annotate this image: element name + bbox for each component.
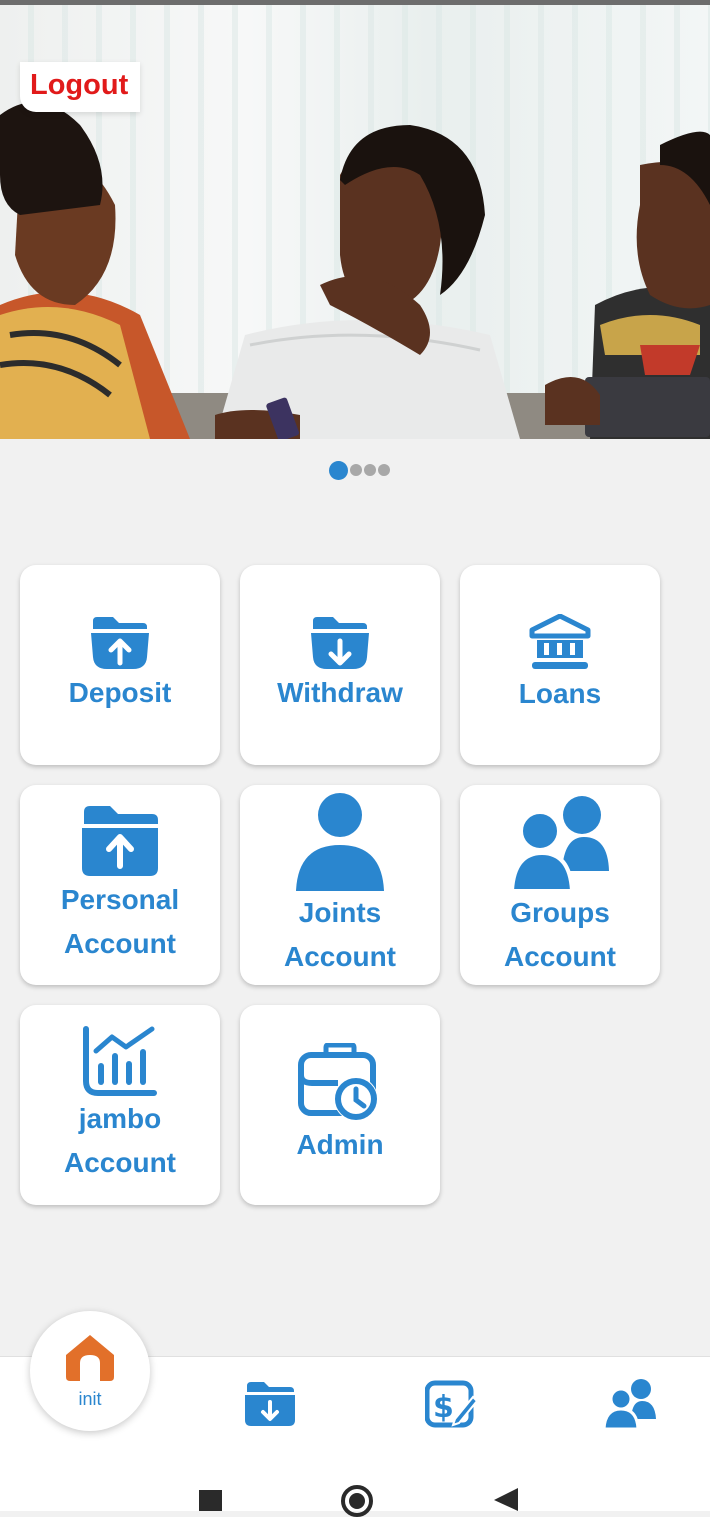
tile-label: Groups Account [504, 897, 616, 972]
withdraw-tile[interactable]: Withdraw [240, 565, 440, 765]
jambo-account-tile[interactable]: jambo Account [20, 1005, 220, 1205]
back-icon[interactable] [494, 1488, 518, 1511]
tile-label: Personal Account [60, 884, 180, 959]
tile-label: jambo Account [64, 1103, 176, 1178]
folder-download-icon [309, 615, 371, 671]
users-icon [602, 1379, 656, 1431]
folder-download-icon [245, 1382, 295, 1426]
deposit-tile[interactable]: Deposit [20, 565, 220, 765]
carousel-dot-1[interactable] [329, 460, 348, 480]
user-icon [294, 791, 386, 891]
carousel-indicator[interactable] [329, 460, 390, 480]
users-icon [510, 791, 610, 891]
nav-groups[interactable] [602, 1377, 657, 1434]
nav-home-label: init [78, 1389, 102, 1409]
bank-icon [529, 614, 591, 672]
tile-label: Loans [518, 678, 602, 709]
money-edit-icon: $ [424, 1380, 479, 1428]
carousel-dot-4[interactable] [378, 464, 390, 476]
nav-loans[interactable]: $ [424, 1379, 479, 1434]
carousel-dot-2[interactable] [350, 464, 362, 476]
tile-label: Admin [296, 1129, 384, 1160]
system-navigation-bar [0, 1448, 710, 1517]
svg-text:$: $ [433, 1390, 454, 1425]
admin-tile[interactable]: Admin [240, 1005, 440, 1205]
recents-icon[interactable] [199, 1490, 222, 1511]
chart-icon [82, 1025, 158, 1097]
hero-banner[interactable]: Logout [0, 5, 710, 439]
personal-account-tile[interactable]: Personal Account [20, 785, 220, 985]
folder-upload-icon [80, 804, 160, 878]
nav-home[interactable]: init [30, 1311, 150, 1431]
home-system-icon[interactable] [341, 1485, 373, 1517]
tile-label: Withdraw [277, 677, 403, 708]
tile-label: Deposit [68, 677, 172, 708]
carousel-dot-3[interactable] [364, 464, 376, 476]
groups-account-tile[interactable]: Groups Account [460, 785, 660, 985]
joints-account-tile[interactable]: Joints Account [240, 785, 440, 985]
nav-withdraw[interactable] [244, 1380, 296, 1433]
folder-upload-icon [89, 615, 151, 671]
logout-button[interactable]: Logout [20, 62, 140, 112]
briefcase-clock-icon [298, 1043, 382, 1123]
loans-tile[interactable]: Loans [460, 565, 660, 765]
home-icon [66, 1335, 114, 1381]
tile-label: Joints Account [284, 897, 396, 972]
